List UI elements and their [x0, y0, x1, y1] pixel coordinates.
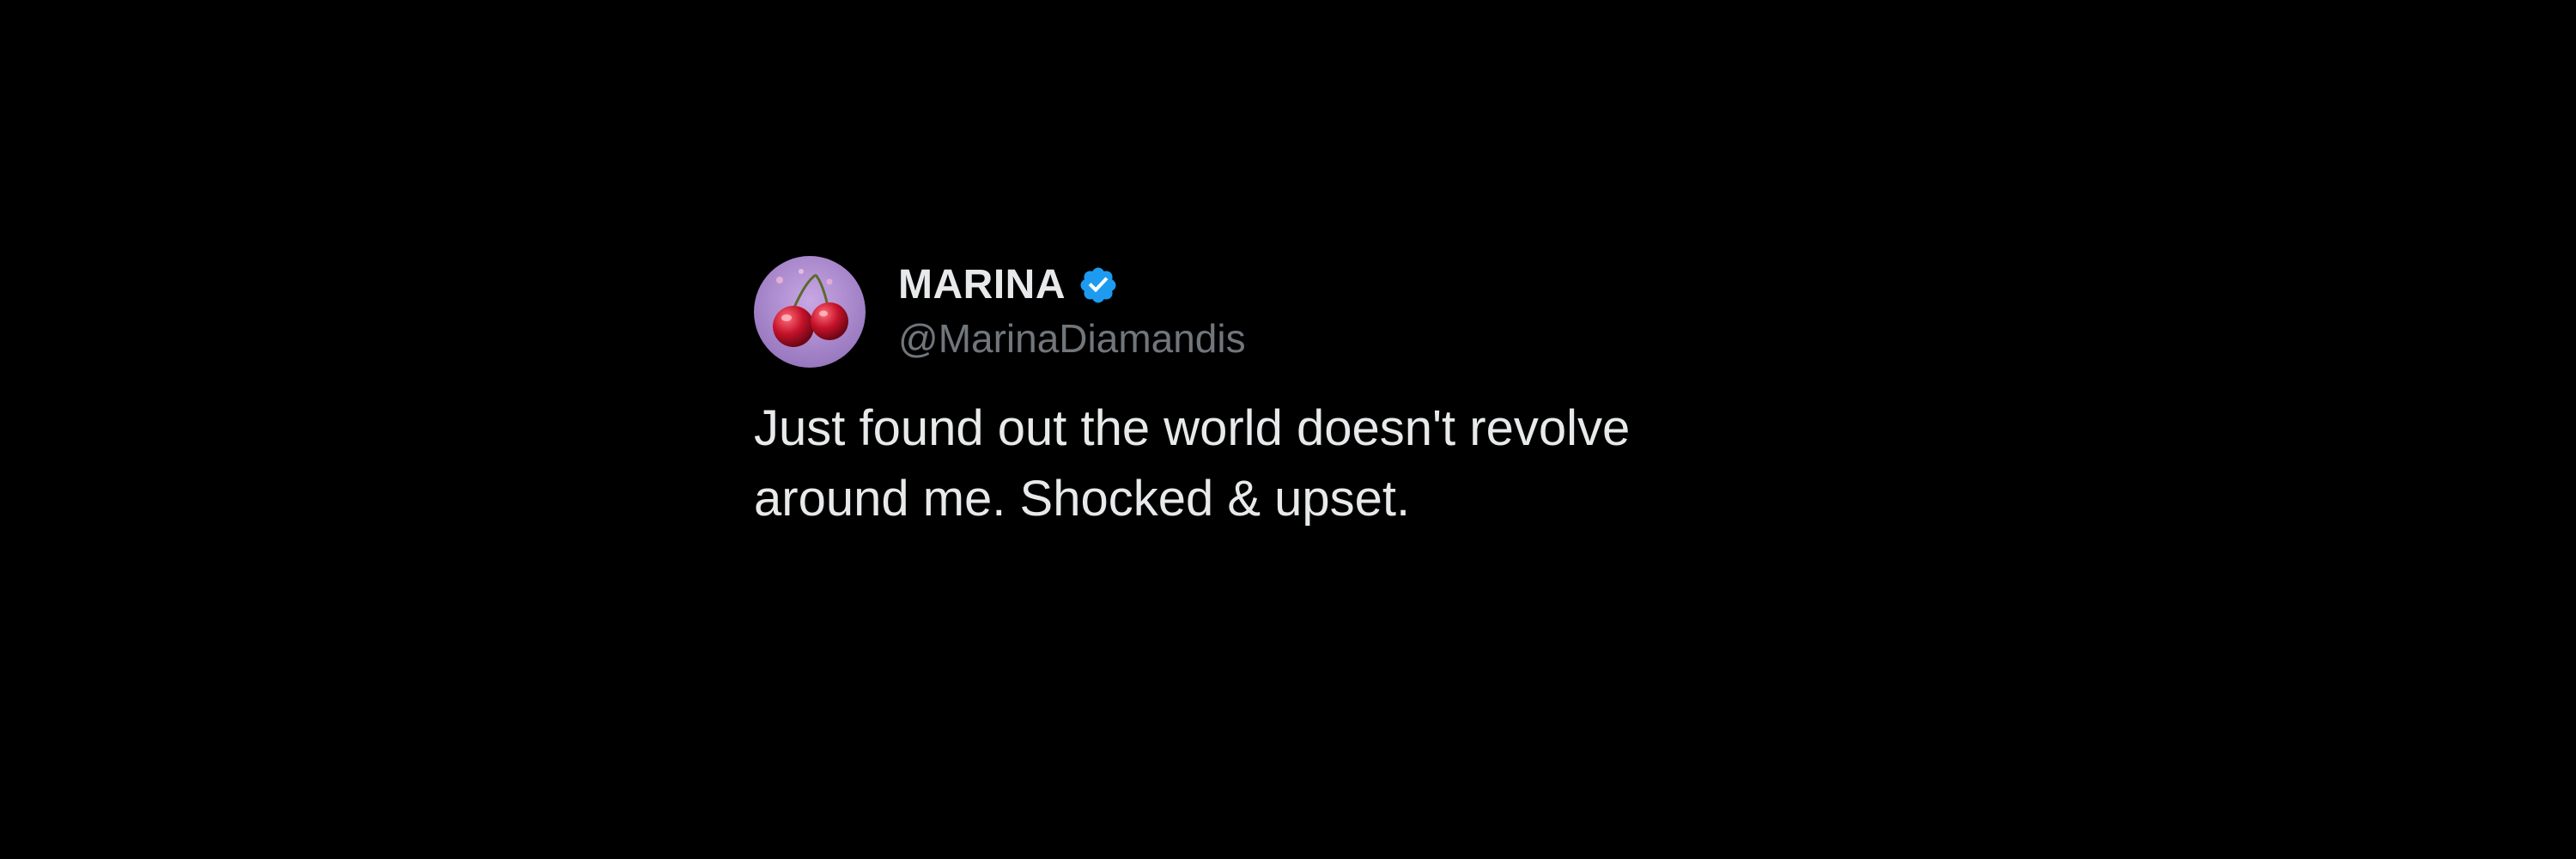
tweet-author: MARINA @MarinaDiamandis — [898, 259, 1246, 364]
cherries-avatar-icon — [754, 256, 866, 368]
tweet-text: Just found out the world doesn't revolve… — [754, 400, 1631, 527]
tweet-card: MARINA @MarinaDiamandis Just found out t… — [754, 256, 1870, 534]
verified-badge-icon — [1078, 265, 1119, 306]
name-row: MARINA — [898, 259, 1246, 311]
display-name[interactable]: MARINA — [898, 259, 1066, 311]
avatar[interactable] — [754, 256, 866, 368]
tweet-header: MARINA @MarinaDiamandis — [754, 256, 1870, 368]
handle[interactable]: @MarinaDiamandis — [898, 313, 1246, 364]
